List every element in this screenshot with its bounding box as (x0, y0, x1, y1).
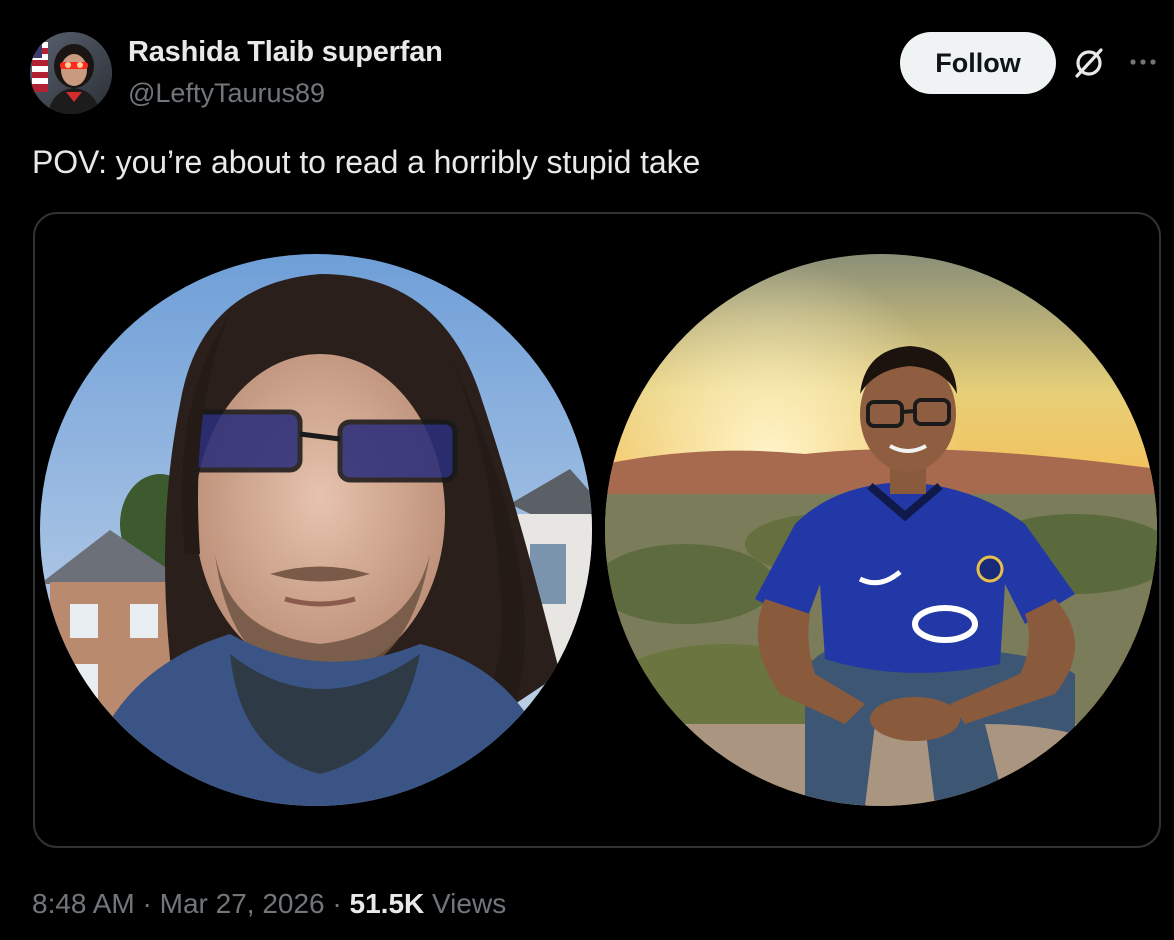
tweet-time[interactable]: 8:48 AM (32, 888, 135, 919)
author-avatar[interactable] (30, 32, 112, 114)
tweet-text: POV: you’re about to read a horribly stu… (32, 144, 701, 180)
more-dots-icon[interactable] (1126, 52, 1160, 72)
author-handle[interactable]: @LeftyTaurus89 (128, 78, 325, 109)
author-display-name[interactable]: Rashida Tlaib superfan (128, 36, 443, 69)
views-label: Views (424, 888, 507, 919)
meta-separator: · (324, 888, 350, 919)
tweet-date[interactable]: Mar 27, 2026 (160, 888, 325, 919)
grok-slash-circle-icon[interactable] (1070, 44, 1108, 82)
meta-separator: · (134, 888, 160, 919)
tweet-media[interactable] (33, 212, 1161, 848)
media-photo-right[interactable] (605, 254, 1157, 806)
follow-button[interactable]: Follow (900, 32, 1056, 94)
media-photo-left[interactable] (40, 254, 592, 806)
tweet: Rashida Tlaib superfan @LeftyTaurus89 Fo… (0, 0, 1174, 940)
tweet-meta: 8:48 AM · Mar 27, 2026 · 51.5K Views (32, 888, 506, 920)
views-count[interactable]: 51.5K (350, 888, 425, 919)
